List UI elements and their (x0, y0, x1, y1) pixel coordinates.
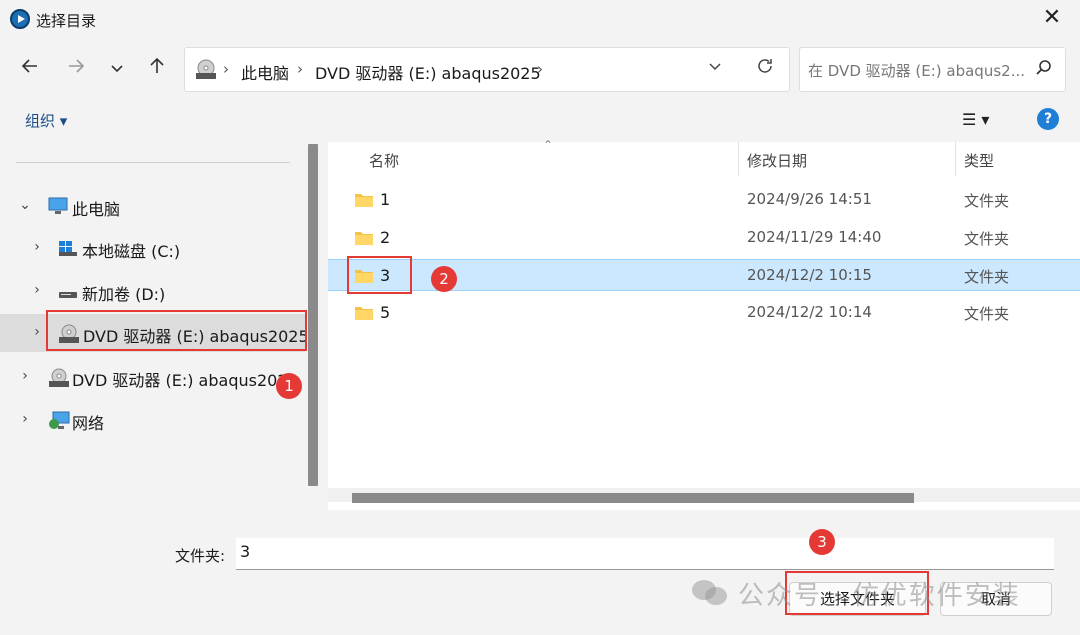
breadcrumb-this-pc[interactable]: 此电脑 (241, 60, 289, 84)
breadcrumb-dvd-drive[interactable]: DVD 驱动器 (E:) abaqus2025 (315, 60, 541, 84)
title-bar: 选择目录 ✕ (0, 0, 1080, 40)
dvd-icon (196, 59, 216, 79)
column-header-date[interactable]: 修改日期 (747, 150, 807, 171)
file-list: ⌃ 名称 修改日期 类型 1 2024/9/26 14:51 文件夹 2 202… (328, 138, 1080, 510)
file-type: 文件夹 (964, 230, 1010, 248)
file-date: 2024/9/26 14:51 (747, 190, 872, 208)
chevron-right-icon[interactable]: › (18, 411, 32, 427)
folder-name-field[interactable]: 3 (236, 538, 1054, 570)
tree-item-network[interactable]: › 网络 (0, 401, 305, 439)
column-divider[interactable] (738, 142, 739, 176)
address-bar[interactable]: › 此电脑 › DVD 驱动器 (E:) abaqus2025 › (184, 47, 790, 92)
file-type: 文件夹 (964, 305, 1010, 323)
wechat-icon (692, 580, 727, 605)
column-header-type[interactable]: 类型 (964, 150, 994, 171)
address-history-chevron[interactable] (707, 58, 723, 78)
chevron-down-icon[interactable]: ⌄ (18, 197, 32, 213)
sort-ascending-icon: ⌃ (543, 138, 554, 152)
column-divider[interactable] (955, 142, 956, 176)
highlight-box (46, 310, 307, 351)
horizontal-scrollbar[interactable] (352, 493, 914, 503)
file-name: 5 (380, 303, 391, 322)
file-row[interactable]: 1 2024/9/26 14:51 文件夹 (328, 184, 1080, 216)
chevron-right-icon[interactable]: › (30, 324, 44, 340)
refresh-icon (758, 59, 772, 73)
view-options-button[interactable]: ☰ ▾ (962, 110, 989, 129)
file-row[interactable]: 2 2024/11/29 14:40 文件夹 (328, 222, 1080, 254)
close-icon[interactable]: ✕ (1040, 6, 1064, 30)
divider (16, 162, 290, 163)
chevron-down-icon (111, 65, 123, 73)
arrow-right-icon (69, 59, 85, 73)
breadcrumb-separator: › (223, 60, 229, 78)
arrow-left-icon (21, 59, 37, 73)
folder-icon (355, 307, 373, 320)
tree-item-drive-d[interactable]: › 新加卷 (D:) (0, 272, 305, 310)
recent-locations-button[interactable] (103, 56, 131, 82)
network-icon (49, 411, 70, 429)
file-date: 2024/11/29 14:40 (747, 228, 882, 246)
window-title: 选择目录 (36, 12, 97, 30)
dvd-icon (49, 368, 69, 387)
search-box[interactable]: 在 DVD 驱动器 (E:) abaqus2... (799, 47, 1066, 92)
tree-item-drive-c[interactable]: › 本地磁盘 (C:) (0, 229, 305, 267)
folder-field-label: 文件夹: (175, 547, 226, 565)
search-placeholder: 在 DVD 驱动器 (E:) abaqus2... (808, 62, 1026, 80)
file-row[interactable]: 5 2024/12/2 10:14 文件夹 (328, 297, 1080, 329)
column-header-name[interactable]: 名称 (369, 150, 399, 171)
breadcrumb-separator: › (297, 60, 303, 78)
app-icon (10, 9, 30, 29)
up-button[interactable] (143, 56, 171, 82)
command-bar: 组织 ▾ ☰ ▾ ? (0, 98, 1080, 142)
tree-item-label: 新加卷 (D:) (82, 285, 166, 304)
chevron-right-icon[interactable]: › (30, 239, 44, 255)
back-button[interactable] (16, 56, 44, 82)
file-type: 文件夹 (964, 192, 1010, 210)
windows-drive-icon (59, 241, 77, 256)
tree-item-label: 此电脑 (72, 200, 121, 219)
watermark-text: 公众号 · 仿优软件安装 (738, 581, 1021, 611)
chevron-right-icon[interactable]: › (30, 282, 44, 298)
search-icon (1036, 60, 1051, 75)
arrow-up-icon (150, 57, 164, 73)
file-date: 2024/12/2 10:14 (747, 303, 872, 321)
step-marker: 3 (809, 529, 835, 555)
step-marker: 2 (431, 266, 457, 292)
tree-item-label: 网络 (72, 414, 105, 433)
folder-icon (355, 232, 373, 245)
chevron-right-icon[interactable]: › (18, 368, 32, 384)
organize-menu[interactable]: 组织 ▾ (25, 110, 67, 131)
tree-item-this-pc[interactable]: ⌄ 此电脑 (0, 187, 305, 225)
drive-icon (59, 292, 77, 298)
sidebar-scrollbar[interactable] (308, 144, 318, 486)
monitor-icon (48, 197, 68, 214)
file-name: 1 (380, 190, 391, 209)
file-date: 2024/12/2 10:15 (747, 266, 872, 284)
step-marker: 1 (276, 373, 302, 399)
highlight-box (347, 256, 412, 294)
file-type: 文件夹 (964, 268, 1010, 286)
breadcrumb-separator: › (537, 60, 543, 78)
help-button[interactable]: ? (1037, 108, 1059, 130)
refresh-button[interactable] (755, 56, 775, 81)
file-name: 2 (380, 228, 391, 247)
tree-item-dvd-drive[interactable]: › DVD 驱动器 (E:) abaqus2025 (0, 358, 305, 396)
forward-button[interactable] (62, 56, 90, 82)
tree-item-label: DVD 驱动器 (E:) abaqus2025 (72, 371, 298, 390)
navigation-bar: › 此电脑 › DVD 驱动器 (E:) abaqus2025 › 在 DVD … (0, 40, 1080, 98)
chevron-down-icon (709, 63, 721, 71)
folder-icon (355, 194, 373, 207)
tree-item-label: 本地磁盘 (C:) (82, 242, 181, 261)
